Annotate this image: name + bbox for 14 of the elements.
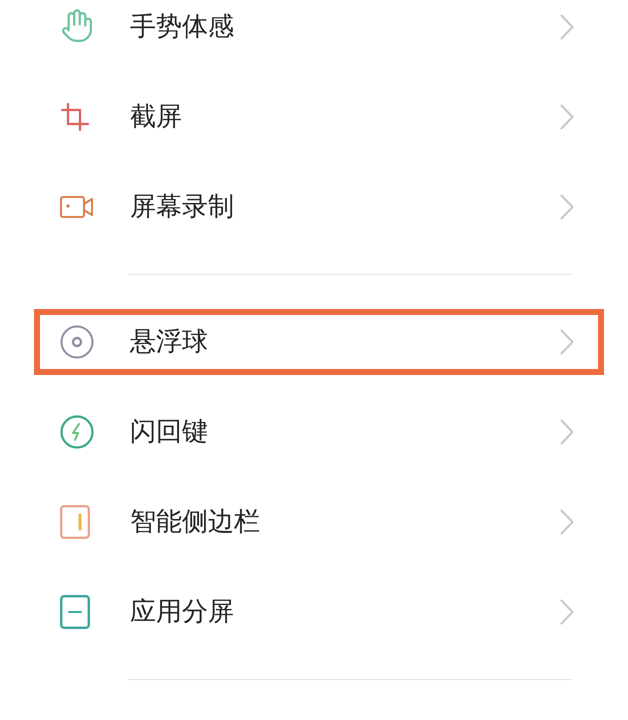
chevron-right-icon [560, 419, 574, 445]
video-camera-icon [60, 196, 94, 218]
split-screen-icon [60, 595, 90, 629]
chevron-right-icon [560, 194, 574, 220]
chevron-right-icon [560, 14, 574, 40]
crop-icon [60, 102, 90, 132]
sidebar-icon [60, 505, 90, 539]
chevron-right-icon [560, 509, 574, 535]
ring-icon [60, 325, 94, 359]
chevron-right-icon [560, 599, 574, 625]
lightning-icon [60, 415, 94, 449]
chevron-right-icon [560, 329, 574, 355]
chevron-right-icon [560, 104, 574, 130]
hand-icon [60, 9, 94, 45]
